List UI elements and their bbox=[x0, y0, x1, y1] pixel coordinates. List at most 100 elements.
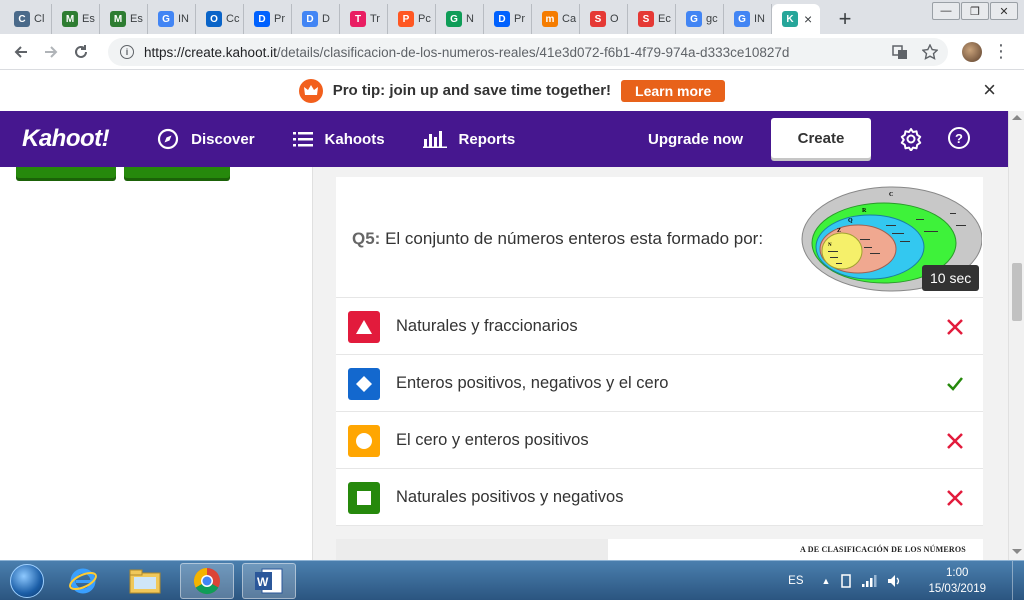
clock-date: 15/03/2019 bbox=[928, 583, 986, 595]
new-tab-button[interactable]: + bbox=[830, 4, 860, 34]
browser-tab[interactable]: m Ca bbox=[532, 4, 580, 34]
tab-title: O bbox=[610, 13, 619, 25]
protip-banner: Pro tip: join up and save time together!… bbox=[0, 70, 1024, 111]
browser-tab[interactable]: D Pr bbox=[244, 4, 292, 34]
tab-favicon-icon: D bbox=[494, 11, 510, 27]
system-clock[interactable]: 1:00 15/03/2019 bbox=[928, 565, 986, 597]
browser-tab[interactable]: D Pr bbox=[484, 4, 532, 34]
browser-tab[interactable]: S Ec bbox=[628, 4, 676, 34]
next-question-card[interactable]: A DE CLASIFICACIÓN DE LOS NÚMEROS bbox=[336, 539, 983, 560]
bookmark-star-icon[interactable] bbox=[922, 44, 938, 60]
question-header[interactable]: Q5: El conjunto de números enteros esta … bbox=[336, 177, 983, 298]
tab-title: IN bbox=[178, 13, 189, 25]
taskbar-internet-explorer[interactable] bbox=[56, 563, 110, 599]
windows-taskbar: W ES ▲ 1:00 15/03/2019 bbox=[0, 560, 1024, 600]
answer-text: Naturales y fraccionarios bbox=[396, 316, 578, 335]
browser-tab[interactable]: GN bbox=[436, 4, 484, 34]
tab-favicon-icon: D bbox=[302, 11, 318, 27]
sidebar-button-primary[interactable] bbox=[16, 167, 116, 178]
tab-title: Cc bbox=[226, 13, 240, 25]
forward-arrow-icon bbox=[45, 45, 58, 58]
help-icon[interactable]: ? bbox=[948, 127, 970, 149]
browser-tab[interactable]: C Cl bbox=[4, 4, 52, 34]
question-title: El conjunto de números enteros esta form… bbox=[385, 229, 764, 248]
browser-tab[interactable]: P Pc bbox=[388, 4, 436, 34]
upgrade-now-link[interactable]: Upgrade now bbox=[648, 131, 743, 148]
minimize-button[interactable]: — bbox=[932, 2, 960, 20]
browser-tab-active[interactable]: K × bbox=[772, 4, 820, 34]
translate-icon[interactable] bbox=[892, 44, 908, 60]
url-host: https://create.kahoot.it bbox=[144, 44, 277, 60]
back-button[interactable] bbox=[6, 37, 36, 67]
forward-button[interactable] bbox=[36, 37, 66, 67]
tab-favicon-icon: C bbox=[14, 11, 30, 27]
taskbar-word[interactable]: W bbox=[242, 562, 296, 599]
language-indicator[interactable]: ES bbox=[788, 575, 803, 587]
gear-icon[interactable] bbox=[899, 127, 923, 151]
list-icon bbox=[292, 132, 313, 147]
answer-row[interactable]: Naturales y fraccionarios bbox=[336, 298, 983, 355]
answer-row[interactable]: Enteros positivos, negativos y el cero bbox=[336, 355, 983, 412]
close-window-button[interactable]: ✕ bbox=[990, 2, 1018, 20]
address-bar[interactable]: i https://create.kahoot.it/details/clasi… bbox=[108, 38, 948, 66]
browser-tab[interactable]: M Es bbox=[52, 4, 100, 34]
close-tab-icon[interactable]: × bbox=[804, 11, 812, 27]
scroll-up-icon[interactable] bbox=[1012, 115, 1022, 120]
nav-reports[interactable]: Reports bbox=[422, 130, 515, 148]
tab-title: Ca bbox=[562, 13, 577, 25]
browser-tab[interactable]: Ggc bbox=[676, 4, 724, 34]
browser-menu-icon[interactable]: ⋮ bbox=[992, 42, 1010, 60]
sidebar-button-secondary[interactable] bbox=[124, 167, 230, 178]
tab-favicon-icon: G bbox=[686, 11, 702, 27]
volume-icon[interactable] bbox=[888, 575, 902, 587]
taskbar-file-explorer[interactable] bbox=[118, 563, 172, 599]
learn-more-button[interactable]: Learn more bbox=[621, 79, 726, 102]
answer-row[interactable]: Naturales positivos y negativos bbox=[336, 469, 983, 526]
tab-favicon-icon: G bbox=[158, 11, 174, 27]
system-tray: ES ▲ 1:00 15/03/2019 bbox=[788, 561, 1024, 600]
browser-tab-strip: C Cl M Es M Es G IN O Cc D Pr D D T Tr P Pc G N D Pr m Ca S O S Ec G… bbox=[0, 0, 1024, 34]
nav-discover[interactable]: Discover bbox=[157, 128, 255, 150]
scroll-thumb[interactable] bbox=[1012, 263, 1022, 321]
scroll-down-icon[interactable] bbox=[1012, 549, 1022, 554]
tab-title: Tr bbox=[370, 13, 380, 25]
question-list: Q5: El conjunto de números enteros esta … bbox=[314, 167, 1008, 560]
tab-title: gc bbox=[706, 13, 718, 25]
browser-tab[interactable]: T Tr bbox=[340, 4, 388, 34]
tab-favicon-icon: O bbox=[206, 11, 222, 27]
browser-tab[interactable]: G IN bbox=[724, 4, 772, 34]
network-signal-icon[interactable] bbox=[862, 575, 878, 587]
tab-favicon-icon: m bbox=[542, 11, 558, 27]
close-banner-icon[interactable]: × bbox=[983, 79, 996, 101]
taskbar-chrome[interactable] bbox=[180, 562, 234, 599]
tab-title: Es bbox=[82, 13, 95, 25]
diamond-icon bbox=[348, 368, 380, 400]
nav-kahoots[interactable]: Kahoots bbox=[292, 131, 385, 148]
start-button[interactable] bbox=[6, 562, 48, 600]
kahoot-logo[interactable]: Kahoot! bbox=[22, 125, 110, 153]
browser-toolbar: i https://create.kahoot.it/details/clasi… bbox=[0, 34, 1024, 70]
answer-row[interactable]: El cero y enteros positivos bbox=[336, 412, 983, 469]
browser-tab[interactable]: SO bbox=[580, 4, 628, 34]
internet-explorer-icon bbox=[69, 568, 97, 593]
tab-favicon-icon: S bbox=[590, 11, 606, 27]
profile-avatar[interactable] bbox=[962, 42, 982, 62]
reload-button[interactable] bbox=[66, 37, 96, 67]
triangle-icon bbox=[348, 311, 380, 343]
show-desktop-button[interactable] bbox=[1012, 561, 1024, 600]
diagram-label-n: N bbox=[828, 243, 832, 248]
page-scrollbar[interactable] bbox=[1008, 111, 1024, 560]
site-info-icon[interactable]: i bbox=[120, 45, 134, 59]
compass-icon bbox=[158, 128, 179, 150]
create-button[interactable]: Create bbox=[771, 118, 871, 158]
browser-tab[interactable]: G IN bbox=[148, 4, 196, 34]
browser-tab[interactable]: DD bbox=[292, 4, 340, 34]
maximize-button[interactable]: ❐ bbox=[961, 2, 989, 20]
show-hidden-icons[interactable]: ▲ bbox=[822, 576, 831, 586]
omnibox-actions bbox=[892, 38, 948, 66]
crown-icon bbox=[298, 78, 323, 103]
browser-tab[interactable]: O Cc bbox=[196, 4, 244, 34]
device-icon[interactable] bbox=[840, 574, 852, 588]
browser-tab[interactable]: M Es bbox=[100, 4, 148, 34]
kahoot-navbar: Kahoot! Discover Kahoots Reports Upgrade… bbox=[0, 111, 1008, 167]
